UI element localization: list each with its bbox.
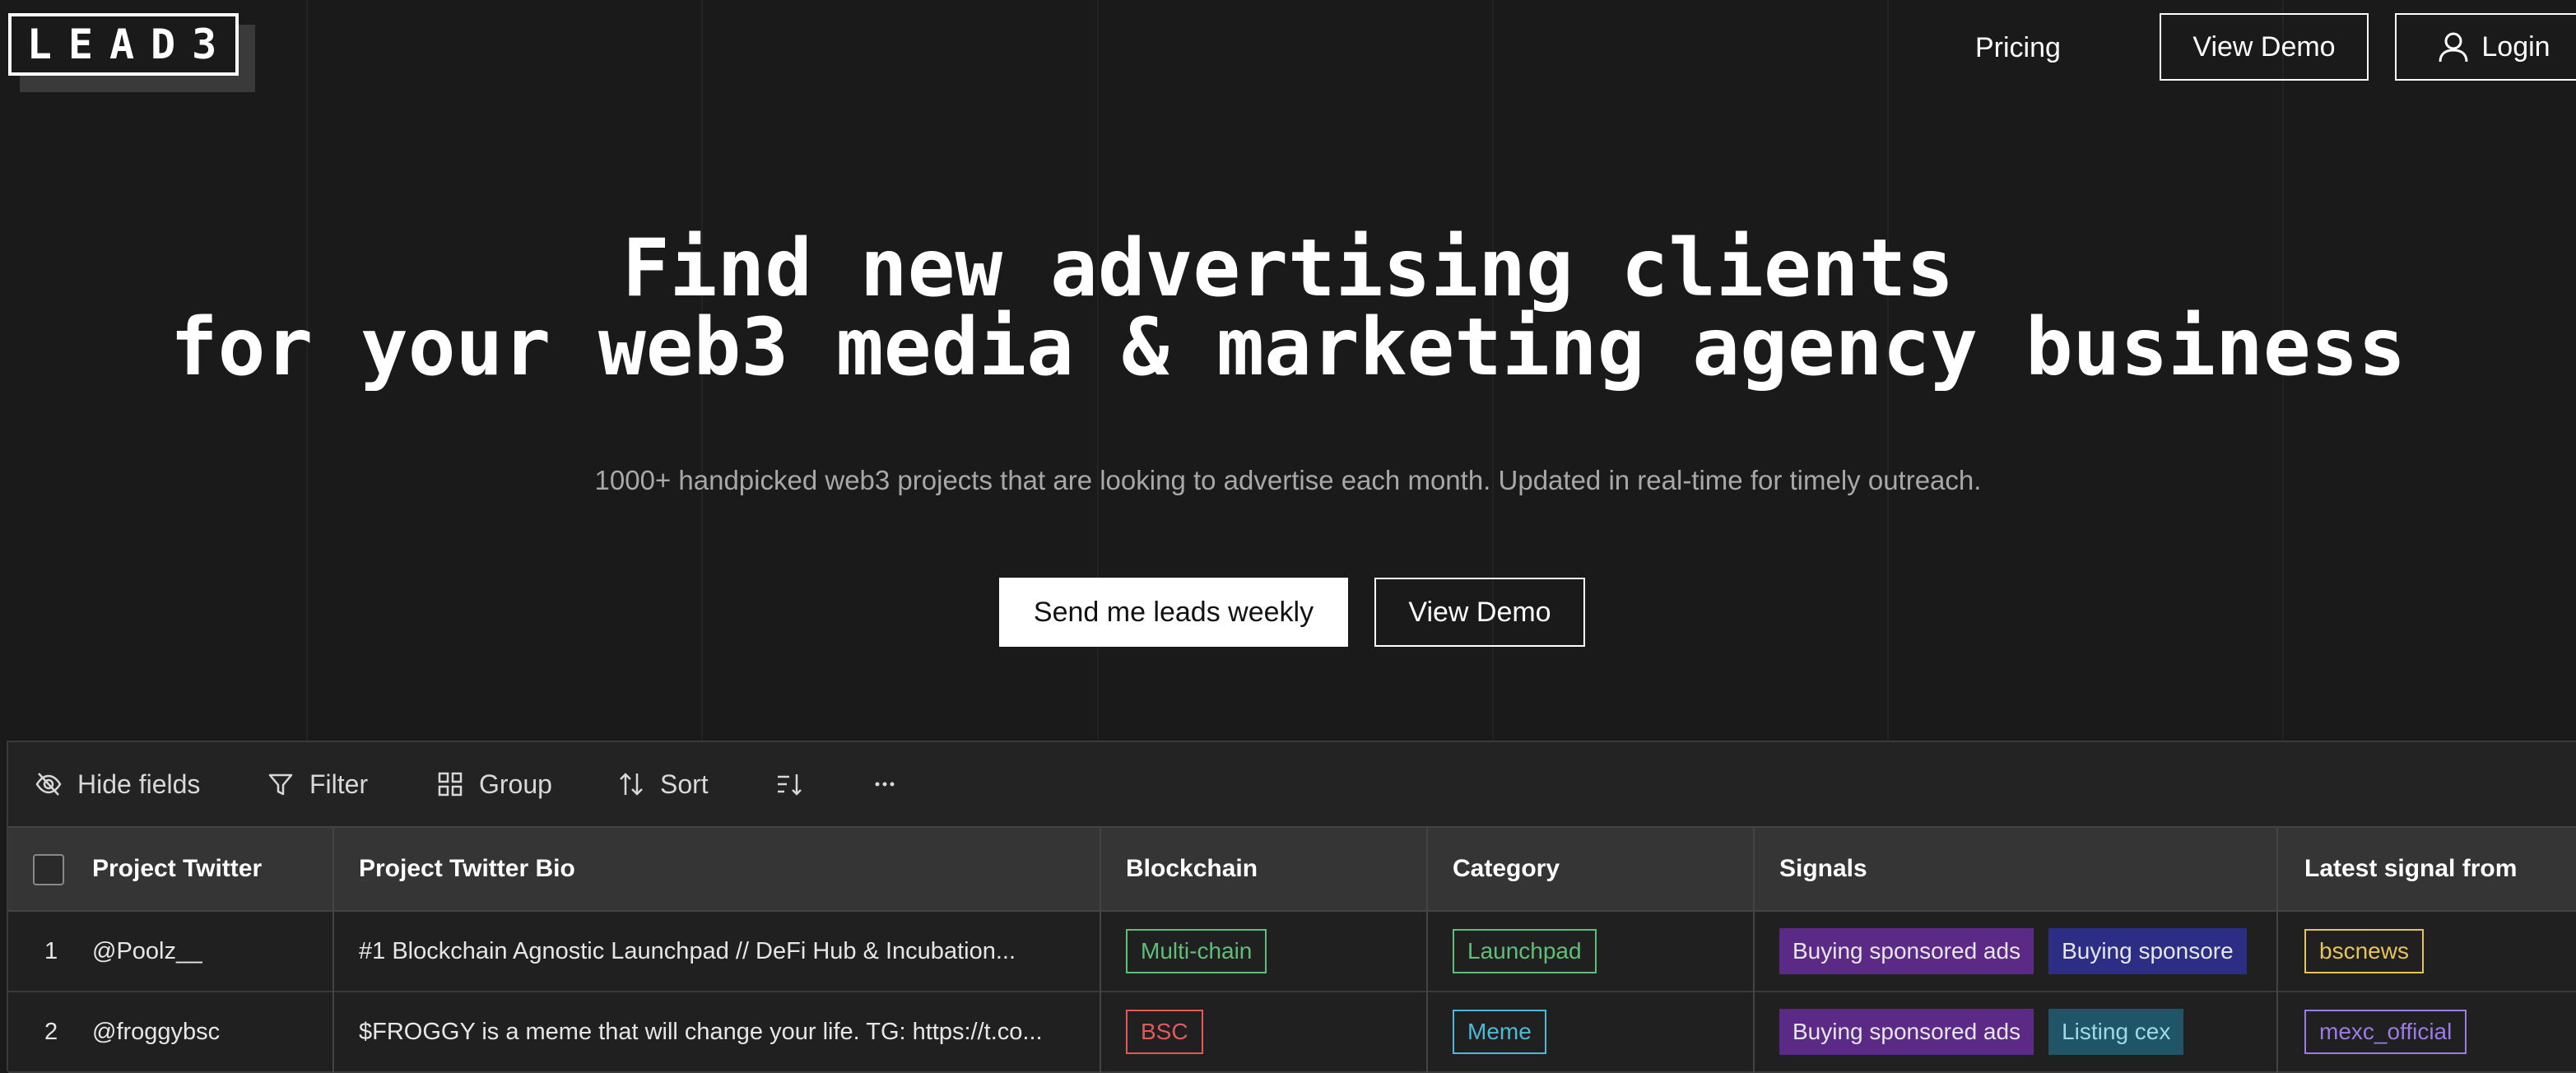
table-header: Project Twitter Project Twitter Bio Bloc…	[8, 826, 2576, 912]
col-category[interactable]: Category	[1453, 828, 1560, 910]
group-icon	[438, 772, 463, 797]
signal-pill: Listing cex	[2048, 1009, 2184, 1055]
latest-signal-cell: mexc_official	[2304, 992, 2481, 1071]
hero-view-demo-button[interactable]: View Demo	[1374, 578, 1585, 647]
blockchain-tag: Multi-chain	[1126, 929, 1267, 973]
col-project-twitter-bio[interactable]: Project Twitter Bio	[359, 828, 575, 910]
column-divider	[332, 826, 334, 1073]
latest-signal-tag: mexc_official	[2304, 1010, 2467, 1054]
user-icon	[2439, 32, 2468, 63]
row-index: 2	[44, 1018, 58, 1045]
latest-signal-cell: bscnews	[2304, 912, 2439, 991]
send-leads-button[interactable]: Send me leads weekly	[999, 578, 1348, 647]
project-twitter-cell[interactable]: @froggybsc	[92, 992, 220, 1071]
sort-label: Sort	[660, 769, 709, 799]
project-bio-cell: $FROGGY is a meme that will change your …	[359, 1018, 1043, 1045]
hero-title-line-1: Find new advertising clients	[621, 222, 1955, 314]
table-row[interactable]: 1 @Poolz__ #1 Blockchain Agnostic Launch…	[8, 912, 2576, 992]
login-button[interactable]: Login	[2395, 13, 2576, 81]
category-tag: Meme	[1453, 1010, 1546, 1054]
filter-label: Filter	[309, 769, 369, 799]
logo-text: LEAD3	[8, 13, 239, 76]
category-cell: Launchpad	[1453, 912, 1611, 991]
filter-icon	[268, 773, 293, 796]
row-height-button[interactable]	[775, 742, 818, 826]
table-toolbar: Hide fields Filter Group Sort	[8, 742, 2576, 826]
pricing-link[interactable]: Pricing	[1975, 16, 2061, 79]
logo[interactable]: LEAD3	[8, 13, 255, 92]
category-cell: Meme	[1453, 992, 1561, 1071]
category-tag: Launchpad	[1453, 929, 1597, 973]
col-blockchain[interactable]: Blockchain	[1126, 828, 1258, 910]
col-latest-signal-from[interactable]: Latest signal from	[2304, 828, 2517, 910]
signal-pill: Buying sponsore	[2048, 928, 2247, 974]
login-label: Login	[2481, 30, 2550, 63]
project-bio-cell: #1 Blockchain Agnostic Launchpad // DeFi…	[359, 937, 1016, 964]
select-all-checkbox[interactable]	[33, 854, 64, 885]
blockchain-tag: BSC	[1126, 1010, 1203, 1054]
column-divider	[1753, 826, 1755, 1073]
project-twitter-cell[interactable]: @Poolz__	[92, 912, 202, 991]
table-row[interactable]: 2 @froggybsc $FROGGY is a meme that will…	[8, 992, 2576, 1073]
col-signals[interactable]: Signals	[1779, 828, 1867, 910]
sort-icon	[620, 773, 643, 796]
signal-pill: Buying sponsored ads	[1779, 928, 2034, 974]
more-icon	[875, 782, 895, 787]
signals-cell: Buying sponsored ads Buying sponsore	[1779, 912, 2275, 991]
leads-table: Hide fields Filter Group Sort Project Tw…	[7, 741, 2576, 1073]
group-button[interactable]: Group	[436, 742, 552, 826]
signal-pill: Buying sponsored ads	[1779, 1009, 2034, 1055]
signals-cell: Buying sponsored ads Listing cex	[1779, 992, 2275, 1071]
group-label: Group	[479, 769, 552, 799]
view-demo-button[interactable]: View Demo	[2160, 13, 2369, 81]
eye-off-icon	[35, 773, 62, 796]
hide-fields-button[interactable]: Hide fields	[35, 742, 200, 826]
hero-title-line-2: for your web3 media & marketing agency b…	[170, 301, 2406, 393]
hide-fields-label: Hide fields	[77, 769, 201, 799]
hero-title: Find new advertising clients for your we…	[0, 229, 2576, 387]
column-divider	[1426, 826, 1428, 1073]
more-options-button[interactable]	[871, 742, 914, 826]
column-divider	[2276, 826, 2278, 1073]
col-project-twitter[interactable]: Project Twitter	[92, 828, 262, 910]
sort-button[interactable]: Sort	[617, 742, 709, 826]
column-divider	[1100, 826, 1101, 1073]
row-height-icon	[778, 774, 802, 796]
blockchain-cell: BSC	[1126, 992, 1218, 1071]
filter-button[interactable]: Filter	[267, 742, 368, 826]
blockchain-cell: Multi-chain	[1126, 912, 1281, 991]
hero-subtitle: 1000+ handpicked web3 projects that are …	[594, 465, 1982, 495]
row-index: 1	[44, 937, 58, 964]
latest-signal-tag: bscnews	[2304, 929, 2424, 973]
